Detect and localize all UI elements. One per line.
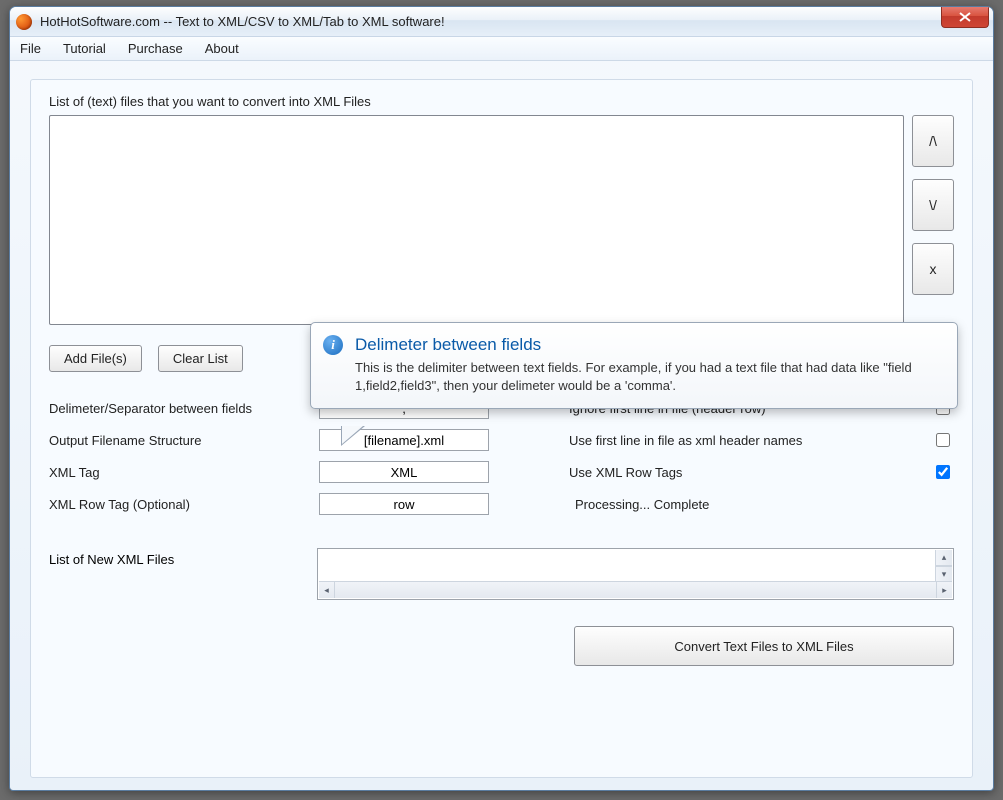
menu-tutorial[interactable]: Tutorial — [63, 41, 106, 56]
use-first-header-label: Use first line in file as xml header nam… — [569, 433, 802, 448]
move-up-button[interactable]: /\ — [912, 115, 954, 167]
menu-bar: File Tutorial Purchase About — [10, 37, 993, 61]
menu-purchase[interactable]: Purchase — [128, 41, 183, 56]
scroll-up-icon[interactable]: ▴ — [936, 550, 952, 566]
xml-tag-label: XML Tag — [49, 465, 319, 480]
use-first-header-checkbox[interactable] — [936, 433, 950, 447]
close-icon — [959, 12, 971, 22]
scroll-left-icon[interactable]: ◂ — [319, 582, 335, 598]
scroll-right-icon[interactable]: ▸ — [936, 582, 952, 598]
close-button[interactable] — [941, 7, 989, 28]
file-list[interactable] — [49, 115, 904, 325]
title-bar[interactable]: HotHotSoftware.com -- Text to XML/CSV to… — [10, 7, 993, 37]
output-name-label: Output Filename Structure — [49, 433, 319, 448]
row-tag-input[interactable] — [319, 493, 489, 515]
main-panel: List of (text) files that you want to co… — [30, 79, 973, 778]
output-list-label: List of New XML Files — [49, 548, 301, 600]
xml-tag-input[interactable] — [319, 461, 489, 483]
clear-list-button[interactable]: Clear List — [158, 345, 243, 372]
content-area: List of (text) files that you want to co… — [10, 61, 993, 790]
add-files-button[interactable]: Add File(s) — [49, 345, 142, 372]
tooltip-body: This is the delimiter between text field… — [355, 359, 941, 394]
row-tag-label: XML Row Tag (Optional) — [49, 497, 319, 512]
delimiter-label: Delimeter/Separator between fields — [49, 401, 319, 416]
tooltip: i Delimeter between fields This is the d… — [310, 322, 958, 409]
app-icon — [16, 14, 32, 30]
scroll-down-icon[interactable]: ▾ — [936, 566, 952, 582]
info-icon: i — [323, 335, 343, 355]
file-list-label: List of (text) files that you want to co… — [49, 94, 954, 109]
menu-file[interactable]: File — [20, 41, 41, 56]
menu-about[interactable]: About — [205, 41, 239, 56]
convert-button[interactable]: Convert Text Files to XML Files — [574, 626, 954, 666]
use-row-tags-label: Use XML Row Tags — [569, 465, 682, 480]
remove-button[interactable]: x — [912, 243, 954, 295]
output-hscroll[interactable]: ◂ ▸ — [319, 581, 952, 598]
output-vscroll[interactable]: ▴ ▾ — [935, 550, 952, 582]
move-down-button[interactable]: \/ — [912, 179, 954, 231]
tooltip-title: Delimeter between fields — [355, 335, 941, 355]
window-title: HotHotSoftware.com -- Text to XML/CSV to… — [40, 14, 445, 29]
app-window: HotHotSoftware.com -- Text to XML/CSV to… — [9, 6, 994, 791]
status-text: Processing... Complete — [569, 488, 954, 520]
output-list[interactable]: ▴ ▾ ◂ ▸ — [317, 548, 954, 600]
use-row-tags-checkbox[interactable] — [936, 465, 950, 479]
